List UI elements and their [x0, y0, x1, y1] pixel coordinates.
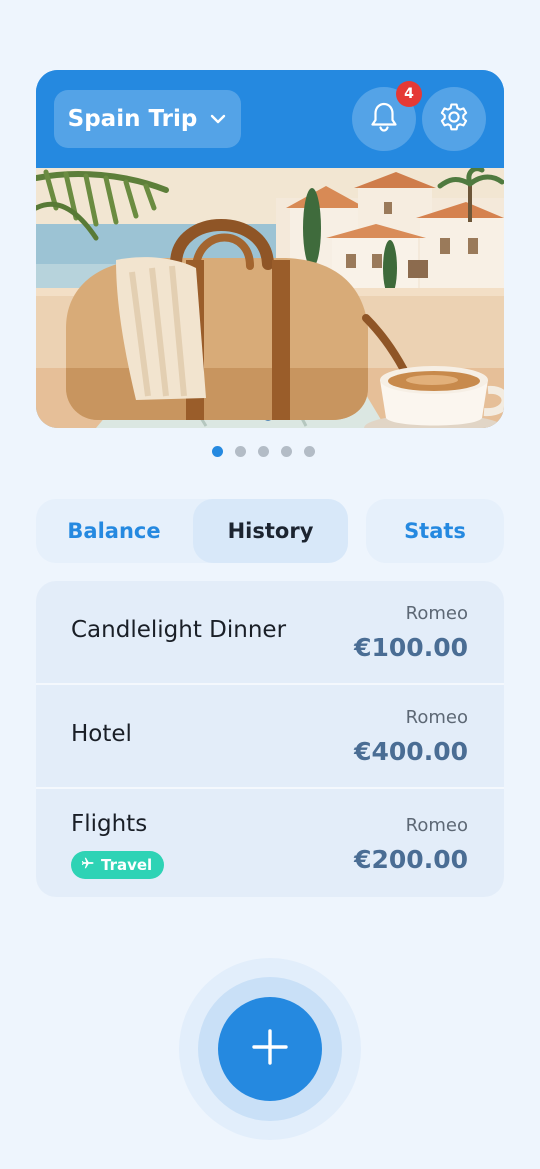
notification-badge: 4 [396, 81, 422, 107]
expense-payer: Romeo [405, 603, 468, 624]
category-tag-label: Travel [101, 856, 153, 874]
category-tag: Travel [71, 851, 165, 879]
carousel-pagination [0, 446, 540, 458]
trip-name: Spain Trip [67, 106, 198, 132]
expense-amount: €400.00 [354, 737, 468, 766]
carousel-dot[interactable] [303, 446, 315, 457]
expense-title: Hotel [71, 721, 132, 747]
plus-icon [251, 1028, 289, 1070]
expense-title: Flights [71, 811, 148, 837]
expense-title: Candlelight Dinner [71, 617, 287, 643]
trip-cover-image [36, 168, 504, 428]
chevron-down-icon [209, 113, 227, 125]
carousel-dot[interactable] [280, 446, 292, 457]
expense-payer: Romeo [405, 707, 468, 728]
airplane-icon [81, 856, 95, 874]
gear-icon [438, 101, 470, 137]
expense-amount: €200.00 [354, 845, 468, 874]
tab-balance[interactable]: Balance [36, 499, 192, 563]
carousel-dot[interactable] [211, 446, 223, 457]
expense-list: Candlelight Dinner Romeo €100.00 Hotel R… [36, 581, 504, 897]
tab-group: Balance History [36, 499, 348, 563]
add-expense-button[interactable] [218, 997, 322, 1101]
carousel-dot[interactable] [257, 446, 269, 457]
expense-payer: Romeo [405, 815, 468, 836]
list-item[interactable]: Candlelight Dinner Romeo €100.00 [36, 581, 504, 683]
carousel-dot[interactable] [234, 446, 246, 457]
bell-icon [369, 101, 399, 137]
tab-stats[interactable]: Stats [366, 499, 504, 563]
settings-button[interactable] [422, 87, 486, 151]
expense-amount: €100.00 [354, 633, 468, 662]
trip-header-card: Spain Trip 4 [36, 70, 504, 428]
tab-history[interactable]: History [193, 499, 348, 563]
list-item[interactable]: Hotel Romeo €400.00 [36, 685, 504, 787]
list-item[interactable]: Flights Travel Romeo €200.00 [36, 789, 504, 897]
trip-selector[interactable]: Spain Trip [54, 90, 241, 148]
